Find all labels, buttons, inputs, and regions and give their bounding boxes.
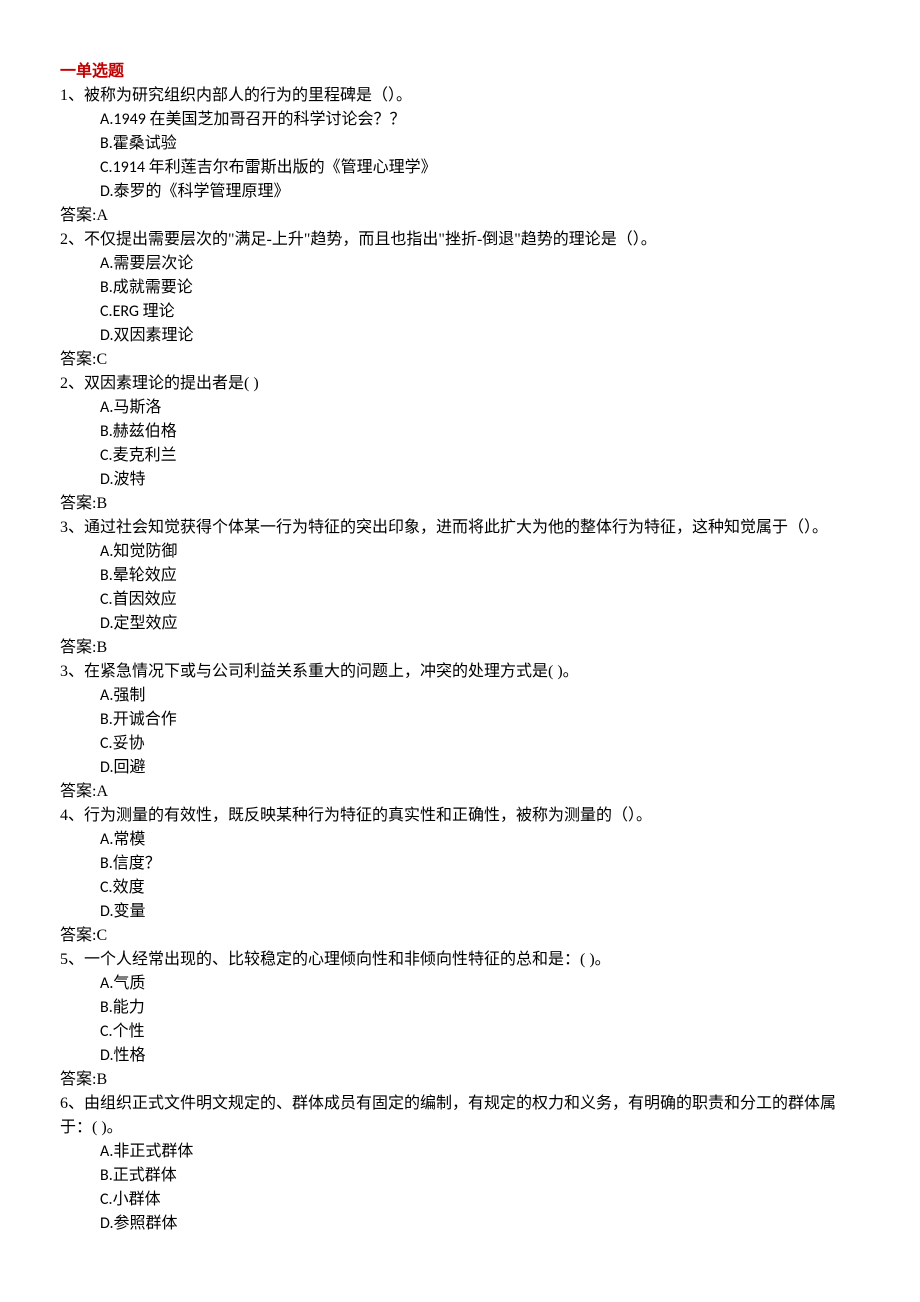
question-text: 4、行为测量的有效性，既反映某种行为特征的真实性和正确性，被称为测量的（）。	[60, 804, 860, 828]
question-number: 1、	[60, 87, 84, 104]
option-c: C.个性	[60, 1020, 860, 1044]
question-stem: 一个人经常出现的、比较稳定的心理倾向性和非倾向性特征的总和是：( )。	[84, 951, 611, 968]
option-d: D.变量	[60, 900, 860, 924]
question-number: 2、	[60, 231, 84, 248]
option-a: A.1949 在美国芝加哥召开的科学讨论会？？	[60, 108, 860, 132]
question-block: 5、一个人经常出现的、比较稳定的心理倾向性和非倾向性特征的总和是：( )。 A.…	[60, 948, 860, 1092]
question-text: 2、不仅提出需要层次的"满足-上升"趋势，而且也指出"挫折-倒退"趋势的理论是（…	[60, 228, 860, 252]
option-b: B.成就需要论	[60, 276, 860, 300]
option-d: D.双因素理论	[60, 324, 860, 348]
question-number: 2、	[60, 375, 84, 392]
option-a: A.马斯洛	[60, 396, 860, 420]
question-text: 5、一个人经常出现的、比较稳定的心理倾向性和非倾向性特征的总和是：( )。	[60, 948, 860, 972]
option-a: A.气质	[60, 972, 860, 996]
question-block: 6、由组织正式文件明文规定的、群体成员有固定的编制，有规定的权力和义务，有明确的…	[60, 1092, 860, 1236]
option-d: D.性格	[60, 1044, 860, 1068]
option-a: A.需要层次论	[60, 252, 860, 276]
question-number: 6、	[60, 1095, 84, 1112]
question-text: 3、在紧急情况下或与公司利益关系重大的问题上，冲突的处理方式是( )。	[60, 660, 860, 684]
question-stem: 由组织正式文件明文规定的、群体成员有固定的编制，有规定的权力和义务，有明确的职责…	[60, 1095, 836, 1136]
option-c: C.效度	[60, 876, 860, 900]
option-d: D.参照群体	[60, 1212, 860, 1236]
option-a: A.常模	[60, 828, 860, 852]
question-block: 4、行为测量的有效性，既反映某种行为特征的真实性和正确性，被称为测量的（）。 A…	[60, 804, 860, 948]
option-b: B.霍桑试验	[60, 132, 860, 156]
option-d: D.泰罗的《科学管理原理》	[60, 180, 860, 204]
option-d: D.回避	[60, 756, 860, 780]
question-block: 2、不仅提出需要层次的"满足-上升"趋势，而且也指出"挫折-倒退"趋势的理论是（…	[60, 228, 860, 372]
question-block: 1、被称为研究组织内部人的行为的里程碑是（）。 A.1949 在美国芝加哥召开的…	[60, 84, 860, 228]
answer: 答案:C	[60, 924, 860, 948]
question-number: 3、	[60, 519, 84, 536]
option-c: C.1914 年利莲吉尔布雷斯出版的《管理心理学》	[60, 156, 860, 180]
question-stem: 通过社会知觉获得个体某一行为特征的突出印象，进而将此扩大为他的整体行为特征，这种…	[84, 519, 828, 536]
question-block: 3、通过社会知觉获得个体某一行为特征的突出印象，进而将此扩大为他的整体行为特征，…	[60, 516, 860, 660]
question-stem: 行为测量的有效性，既反映某种行为特征的真实性和正确性，被称为测量的（）。	[84, 807, 652, 824]
section-header: 一单选题	[60, 60, 860, 84]
answer: 答案:B	[60, 1068, 860, 1092]
question-number: 5、	[60, 951, 84, 968]
option-c: C.妥协	[60, 732, 860, 756]
question-text: 1、被称为研究组织内部人的行为的里程碑是（）。	[60, 84, 860, 108]
question-block: 3、在紧急情况下或与公司利益关系重大的问题上，冲突的处理方式是( )。 A.强制…	[60, 660, 860, 804]
question-text: 6、由组织正式文件明文规定的、群体成员有固定的编制，有规定的权力和义务，有明确的…	[60, 1092, 860, 1140]
question-stem: 被称为研究组织内部人的行为的里程碑是（）。	[84, 87, 412, 104]
option-c: C.小群体	[60, 1188, 860, 1212]
option-b: B.信度？	[60, 852, 860, 876]
answer: 答案:C	[60, 348, 860, 372]
option-b: B.赫兹伯格	[60, 420, 860, 444]
option-a: A.知觉防御	[60, 540, 860, 564]
answer: 答案:B	[60, 636, 860, 660]
question-text: 3、通过社会知觉获得个体某一行为特征的突出印象，进而将此扩大为他的整体行为特征，…	[60, 516, 860, 540]
option-c: C.麦克利兰	[60, 444, 860, 468]
answer: 答案:A	[60, 780, 860, 804]
answer: 答案:B	[60, 492, 860, 516]
option-b: B.正式群体	[60, 1164, 860, 1188]
option-d: D.定型效应	[60, 612, 860, 636]
option-c: C.ERG 理论	[60, 300, 860, 324]
question-stem: 在紧急情况下或与公司利益关系重大的问题上，冲突的处理方式是( )。	[84, 663, 579, 680]
option-d: D.波特	[60, 468, 860, 492]
option-b: B.开诚合作	[60, 708, 860, 732]
question-stem: 双因素理论的提出者是( )	[84, 375, 259, 392]
option-b: B.晕轮效应	[60, 564, 860, 588]
option-a: A.强制	[60, 684, 860, 708]
question-number: 4、	[60, 807, 84, 824]
option-b: B.能力	[60, 996, 860, 1020]
question-text: 2、双因素理论的提出者是( )	[60, 372, 860, 396]
answer: 答案:A	[60, 204, 860, 228]
question-number: 3、	[60, 663, 84, 680]
option-c: C.首因效应	[60, 588, 860, 612]
question-block: 2、双因素理论的提出者是( ) A.马斯洛 B.赫兹伯格 C.麦克利兰 D.波特…	[60, 372, 860, 516]
option-a: A.非正式群体	[60, 1140, 860, 1164]
question-stem: 不仅提出需要层次的"满足-上升"趋势，而且也指出"挫折-倒退"趋势的理论是（）。	[84, 231, 657, 248]
